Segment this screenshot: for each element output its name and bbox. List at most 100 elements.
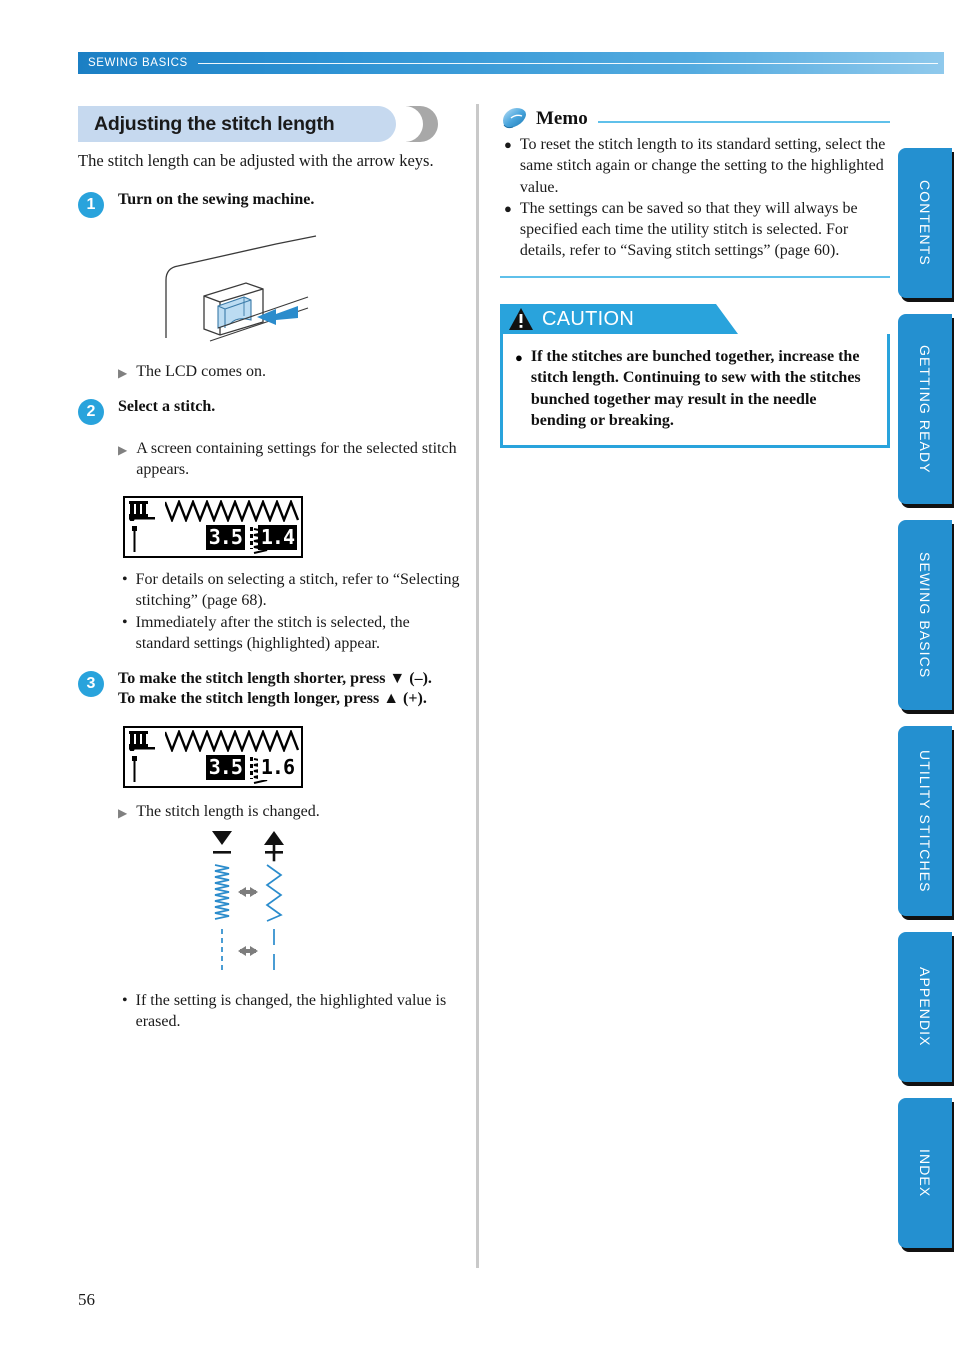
warning-triangle-icon — [509, 308, 533, 331]
tab-index[interactable]: INDEX — [898, 1098, 952, 1248]
tab-index-label: INDEX — [917, 1148, 933, 1198]
section-title-bar: Adjusting the stitch length — [78, 106, 396, 142]
tab-getting-ready[interactable]: GETTING READY — [898, 314, 952, 504]
memo-item-text: To reset the stitch length to its standa… — [519, 136, 886, 196]
caution-body: ● If the stitches are bunched together, … — [500, 334, 890, 449]
result-settings-screen-text: A screen containing settings for the sel… — [136, 439, 457, 478]
step-2: 2 Select a stitch. — [78, 397, 463, 425]
zigzag-pattern-icon — [165, 730, 300, 753]
lcd-stitch-width-value: 3.5 — [205, 755, 245, 781]
column-divider — [476, 104, 479, 1268]
lcd-screen-after: 3.5 1.6 — [123, 726, 303, 789]
result-arrow-icon: ▶ — [118, 806, 128, 821]
memo-header-rule — [597, 120, 890, 124]
memo-item-text: The settings can be saved so that they w… — [519, 199, 858, 260]
step-3-number: 3 — [78, 670, 104, 697]
comparison-arrow-lower — [238, 945, 258, 956]
note-item: • For details on selecting a stitch, ref… — [122, 570, 463, 612]
section-title-crescent-decoration — [397, 106, 438, 142]
result-lcd-comes-on-text: The LCD comes on. — [136, 362, 266, 380]
step-2-text: Select a stitch. — [118, 397, 216, 415]
dense-zigzag-stitch — [214, 864, 230, 920]
memo-block: Memo ● To reset the stitch length to its… — [500, 106, 890, 279]
step-2-number: 2 — [78, 398, 104, 425]
tab-utility-stitches[interactable]: UTILITY STITCHES — [898, 726, 952, 916]
lcd-values-before: 3.5 1.4 — [205, 525, 297, 551]
step-3-line-2: To make the stitch length longer, press … — [118, 690, 427, 708]
down-arrow-icon — [212, 830, 232, 845]
tab-appendix[interactable]: APPENDIX — [898, 932, 952, 1082]
stitch-length-comparison-diagram — [188, 829, 463, 979]
side-tab-strip: CONTENTS GETTING READY SEWING BASICS UTI… — [898, 148, 954, 1264]
result-settings-screen: ▶ A screen containing settings for the s… — [118, 439, 463, 481]
note-text: Immediately after the stitch is selected… — [135, 613, 410, 652]
bullet-icon: • — [122, 991, 128, 1009]
needle-position-icon — [132, 526, 137, 553]
tab-utility-stitches-label: UTILITY STITCHES — [917, 749, 933, 893]
minus-sign-icon — [213, 850, 231, 854]
comparison-arrow-upper — [238, 886, 258, 897]
step-3: 3 To make the stitch length shorter, pre… — [78, 669, 463, 711]
caution-header: CAUTION — [500, 304, 738, 335]
power-switch-svg — [165, 235, 317, 342]
step-1-number: 1 — [78, 191, 104, 218]
note-text: For details on selecting a stitch, refer… — [135, 571, 460, 610]
memo-item: ● The settings can be saved so that they… — [504, 198, 890, 262]
lcd-stitch-length-value: 1.6 — [257, 755, 297, 781]
result-lcd-comes-on: ▶ The LCD comes on. — [118, 362, 463, 383]
tab-sewing-basics-label: SEWING BASICS — [917, 551, 933, 679]
zigzag-pattern-icon — [165, 500, 300, 523]
bullet-icon: ● — [515, 350, 523, 366]
tab-contents[interactable]: CONTENTS — [898, 148, 952, 298]
result-arrow-icon: ▶ — [118, 442, 128, 457]
section-title-text: Adjusting the stitch length — [94, 112, 335, 135]
bullet-icon: • — [122, 571, 128, 589]
step-2-notes: • For details on selecting a stitch, ref… — [122, 570, 463, 654]
memo-note-icon — [503, 108, 526, 129]
step-1-text: Turn on the sewing machine. — [118, 190, 315, 208]
lcd-value-separator — [249, 526, 253, 549]
needle-position-icon — [132, 756, 137, 783]
intro-paragraph: The stitch length can be adjusted with t… — [78, 151, 434, 170]
step-3-notes: • If the setting is changed, the highlig… — [122, 991, 463, 1033]
chapter-header-bar: SEWING BASICS — [78, 52, 944, 74]
tab-getting-ready-label: GETTING READY — [917, 344, 933, 474]
caution-block: CAUTION ● If the stitches are bunched to… — [500, 304, 890, 449]
tab-appendix-label: APPENDIX — [917, 967, 933, 1047]
chapter-header-title: SEWING BASICS — [88, 57, 188, 69]
presser-foot-icon — [129, 731, 155, 752]
bullet-icon: • — [122, 613, 128, 631]
memo-bottom-rule — [500, 275, 890, 279]
memo-items: ● To reset the stitch length to its stan… — [504, 134, 890, 262]
lcd-stitch-length-value: 1.4 — [257, 525, 297, 551]
presser-foot-icon — [129, 501, 155, 522]
step-3-text: To make the stitch length shorter, press… — [118, 669, 432, 711]
stitch-comparison-svg — [212, 830, 284, 974]
section-title: Adjusting the stitch length — [78, 106, 463, 142]
loose-zigzag-stitch — [265, 864, 283, 922]
caution-text: If the stitches are bunched together, in… — [530, 348, 861, 429]
lcd-screen-before: 3.5 1.4 — [123, 496, 303, 559]
header-rule — [197, 62, 938, 64]
note-item: • If the setting is changed, the highlig… — [122, 991, 463, 1033]
note-text: If the setting is changed, the highlight… — [135, 991, 447, 1030]
memo-title: Memo — [536, 108, 588, 129]
right-column: Memo ● To reset the stitch length to its… — [500, 106, 890, 449]
caution-label: CAUTION — [542, 307, 635, 330]
page-number: 56 — [78, 1290, 95, 1309]
result-length-changed-text: The stitch length is changed. — [136, 803, 320, 821]
step-3-line-1: To make the stitch length shorter, press… — [118, 669, 432, 687]
lcd-stitch-width-value: 3.5 — [205, 525, 245, 551]
step-1: 1 Turn on the sewing machine. — [78, 190, 463, 218]
power-switch-illustration — [158, 228, 463, 348]
bullet-icon: ● — [504, 137, 512, 152]
left-column: Adjusting the stitch length The stitch l… — [78, 106, 463, 1034]
up-arrow-icon — [264, 830, 284, 845]
lcd-value-separator — [249, 756, 253, 779]
tab-sewing-basics[interactable]: SEWING BASICS — [898, 520, 952, 710]
memo-header: Memo — [500, 106, 890, 132]
tab-contents-label: CONTENTS — [917, 180, 933, 266]
result-arrow-icon: ▶ — [118, 365, 128, 380]
result-length-changed: ▶ The stitch length is changed. — [118, 802, 463, 823]
lcd-values-after: 3.5 1.6 — [205, 755, 297, 781]
